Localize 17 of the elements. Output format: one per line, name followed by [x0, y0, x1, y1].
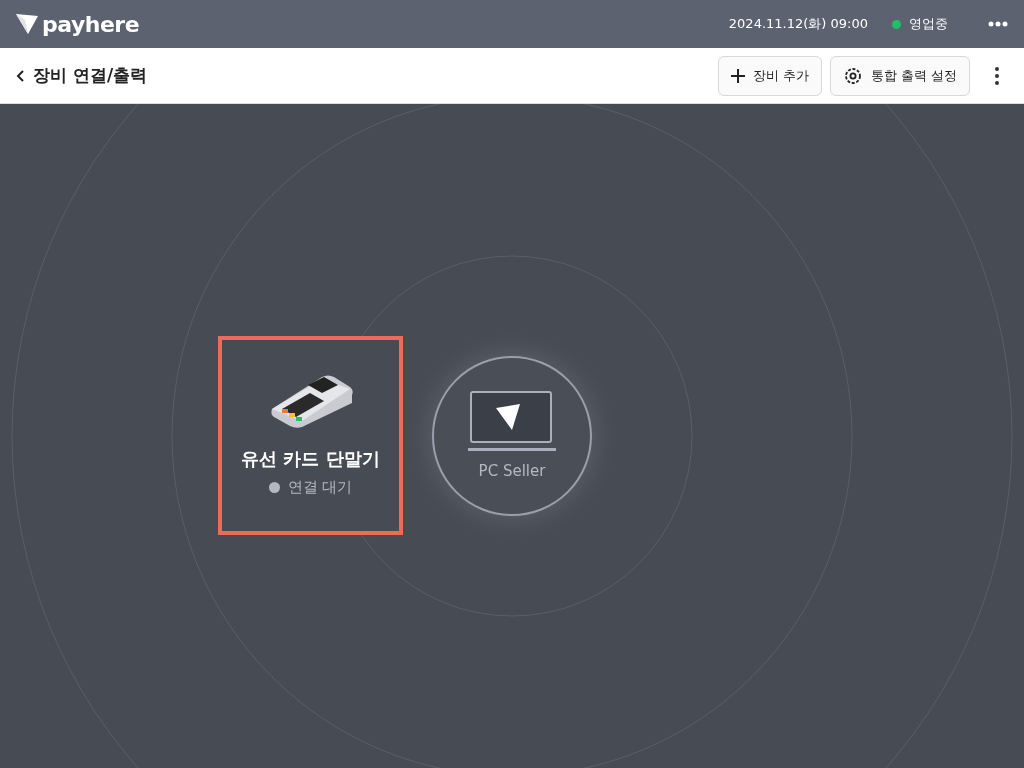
more-icon[interactable] [988, 21, 1008, 27]
logo-icon [16, 14, 38, 34]
pc-label: PC Seller [478, 460, 546, 482]
logo-text: payhere [42, 10, 140, 39]
back-icon[interactable] [16, 68, 25, 83]
print-settings-button[interactable]: 통합 출력 설정 [829, 55, 970, 96]
plus-icon [730, 68, 745, 83]
device-status: 연결 대기 [287, 476, 353, 498]
add-device-button[interactable]: 장비 추가 [717, 55, 822, 96]
datetime-text: 2024.11.12(화) 09:00 [728, 15, 868, 34]
settings-icon [842, 65, 863, 86]
device-name: 유선 카드 단말기 [241, 446, 380, 471]
laptop-icon [468, 389, 556, 452]
page-title: 장비 연결/출력 [33, 63, 148, 87]
status-text: 영업중 [909, 15, 948, 34]
more-icon[interactable] [994, 65, 1000, 86]
device-card[interactable]: 유선 카드 단말기 연결 대기 [218, 336, 403, 535]
